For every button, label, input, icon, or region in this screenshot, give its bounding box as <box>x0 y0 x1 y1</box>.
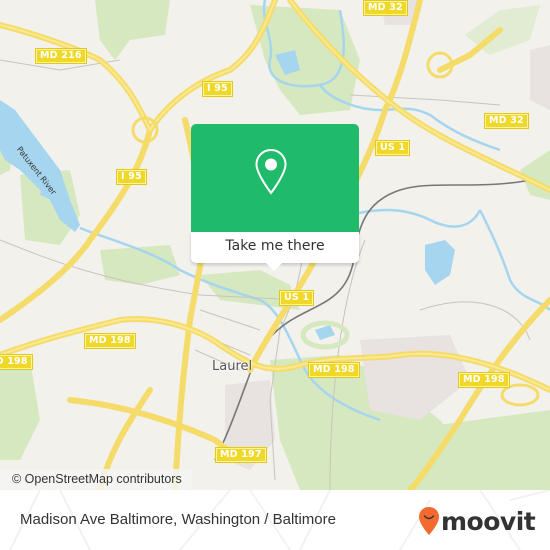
map-pin-icon <box>255 148 287 195</box>
location-title: Madison Ave Baltimore, Washington / Balt… <box>20 511 336 528</box>
road-label-i-95-left: I 95 <box>116 169 147 185</box>
map-attribution[interactable]: © OpenStreetMap contributors <box>0 469 192 490</box>
road-label-us-1-top: US 1 <box>374 140 411 156</box>
road-label-md-32-right: MD 32 <box>484 113 529 129</box>
road-label-md-32-top: MD 32 <box>363 0 408 16</box>
moovit-logo[interactable]: moovit <box>418 505 536 537</box>
road-label-us-1-mid: US 1 <box>278 290 315 306</box>
road-label-md-198-center: MD 198 <box>308 362 360 378</box>
popup-pointer <box>265 262 283 271</box>
road-label-md-197: MD 197 <box>215 447 267 463</box>
road-label-md-198-right: MD 198 <box>458 372 510 388</box>
road-label-i-95-top: I 95 <box>202 81 233 97</box>
road-label-md-216: MD 216 <box>35 48 87 64</box>
footer: Madison Ave Baltimore, Washington / Balt… <box>0 490 550 550</box>
road-label-md-198-far-left: MD 198 <box>0 354 33 370</box>
moovit-pin-icon <box>419 507 439 535</box>
take-me-there-button[interactable]: Take me there <box>191 232 359 263</box>
moovit-wordmark: moovit <box>441 506 536 536</box>
place-label-laurel: Laurel <box>212 359 253 374</box>
take-me-there-label: Take me there <box>225 238 325 254</box>
road-label-md-198-left: MD 198 <box>84 333 136 349</box>
